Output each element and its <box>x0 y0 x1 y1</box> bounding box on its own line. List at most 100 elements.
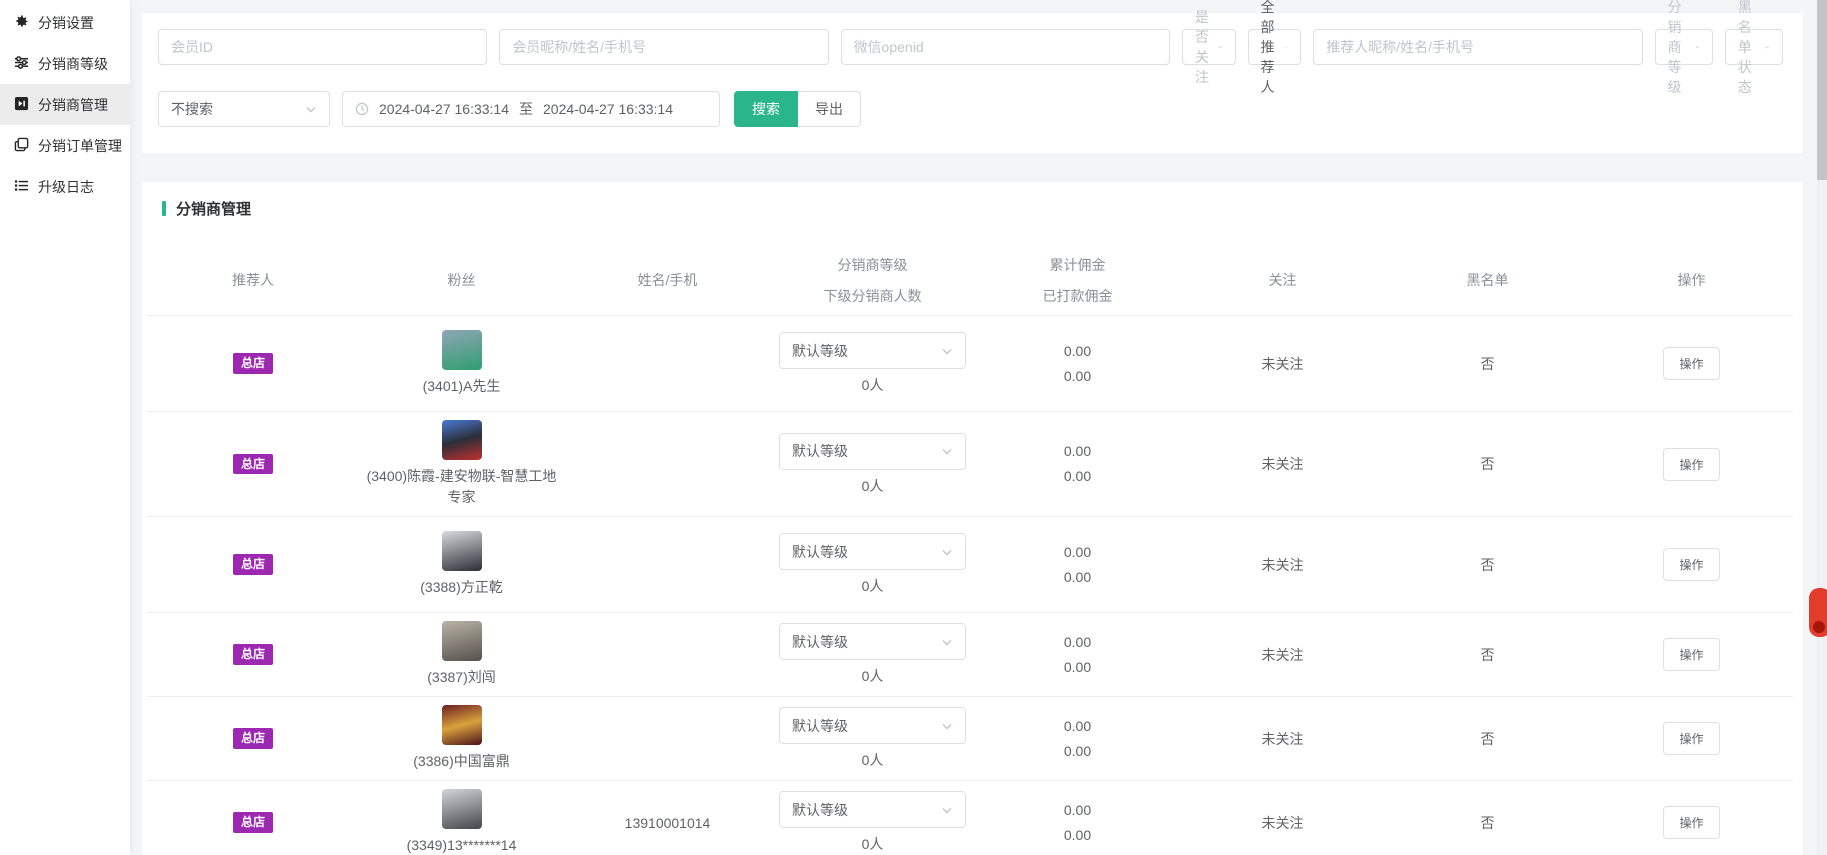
follow-cell: 未关注 <box>1180 697 1385 780</box>
table-row: 总店 (3387)刘闯 默认等级 0人 0.00 0.00 未关注 否 操作 <box>148 612 1793 696</box>
column-header: 操作 <box>1590 245 1793 315</box>
follow-cell: 未关注 <box>1180 517 1385 612</box>
sliders-icon <box>14 55 29 73</box>
sidebar-item-label: 分销商管理 <box>38 95 108 115</box>
action-cell: 操作 <box>1590 412 1793 516</box>
sidebar-item-distributor-levels[interactable]: 分销商等级 <box>0 43 130 84</box>
referrer-cell: 总店 <box>148 412 358 516</box>
table-row: 总店 (3349)13*******14 13910001014 默认等级 0人… <box>148 780 1793 855</box>
referrer-badge: 总店 <box>233 554 273 574</box>
follow-status-select[interactable]: 是否关注 <box>1182 29 1236 65</box>
chevron-down-icon <box>1765 41 1770 53</box>
page-title: 分销商管理 <box>176 198 251 219</box>
floating-widget[interactable] <box>1809 588 1827 637</box>
date-separator: 至 <box>519 99 533 119</box>
commission-paid: 0.00 <box>1064 568 1091 587</box>
date-range-picker[interactable]: 2024-04-27 16:33:14 至 2024-04-27 16:33:1… <box>342 91 720 127</box>
blacklist-cell: 否 <box>1385 613 1590 696</box>
commission-cell: 0.00 0.00 <box>975 697 1180 780</box>
level-select[interactable]: 默认等级 <box>779 332 966 369</box>
sidebar-item-upgrade-log[interactable]: 升级日志 <box>0 166 130 207</box>
sidebar-item-label: 分销订单管理 <box>38 136 122 156</box>
filter-buttons: 搜索 导出 <box>734 91 861 127</box>
fan-cell: (3387)刘闯 <box>358 613 565 696</box>
row-action-button[interactable]: 操作 <box>1663 806 1719 839</box>
blacklist-cell: 否 <box>1385 517 1590 612</box>
referrer-cell: 总店 <box>148 697 358 780</box>
title-accent-bar <box>162 201 166 216</box>
level-select[interactable]: 默认等级 <box>779 533 966 570</box>
commission-cell: 0.00 0.00 <box>975 781 1180 855</box>
blacklist-cell: 否 <box>1385 412 1590 516</box>
fan-cell: (3349)13*******14 <box>358 781 565 855</box>
level-cell: 默认等级 0人 <box>770 316 975 411</box>
referrer-nickname-input[interactable] <box>1313 29 1642 65</box>
sidebar-item-distributor-management[interactable]: 分销商管理 <box>0 84 130 125</box>
level-select[interactable]: 默认等级 <box>779 707 966 744</box>
fan-name: (3387)刘闯 <box>427 667 495 688</box>
chevron-down-icon <box>941 720 953 732</box>
table-row: 总店 (3386)中国富鼎 默认等级 0人 0.00 0.00 未关注 否 操作 <box>148 696 1793 780</box>
name-phone-cell <box>565 613 770 696</box>
fan-cell: (3388)方正乾 <box>358 517 565 612</box>
chevron-down-icon <box>305 103 317 115</box>
wechat-openid-input[interactable] <box>841 29 1170 65</box>
row-action-button[interactable]: 操作 <box>1663 347 1719 380</box>
name-phone-cell <box>565 697 770 780</box>
commission-total: 0.00 <box>1064 543 1091 562</box>
filter-row-1: 是否关注 全部推荐人 分销商等级 黑名单状态 <box>158 29 1783 65</box>
section-title: 分销商管理 <box>148 198 1793 219</box>
filter-row-2: 不搜索 2024-04-27 16:33:14 至 2024-04-27 16:… <box>158 91 1783 127</box>
commission-paid: 0.00 <box>1064 367 1091 386</box>
action-cell: 操作 <box>1590 517 1793 612</box>
name-phone-cell <box>565 412 770 516</box>
row-action-button[interactable]: 操作 <box>1663 722 1719 755</box>
search-button[interactable]: 搜索 <box>734 91 798 127</box>
table-row: 总店 (3401)A先生 默认等级 0人 0.00 0.00 未关注 否 操作 <box>148 315 1793 411</box>
table-row: 总店 (3388)方正乾 默认等级 0人 0.00 0.00 未关注 否 操作 <box>148 516 1793 612</box>
export-button[interactable]: 导出 <box>798 91 861 127</box>
distributor-level-select[interactable]: 分销商等级 <box>1655 29 1713 65</box>
chevron-down-icon <box>1695 41 1700 53</box>
chevron-down-icon <box>1284 41 1288 53</box>
search-mode-select[interactable]: 不搜索 <box>158 91 330 127</box>
sub-distributor-count: 0人 <box>862 666 884 686</box>
follow-cell: 未关注 <box>1180 781 1385 855</box>
table-header: 推荐人粉丝姓名/手机分销商等级下级分销商人数累计佣金已打款佣金关注黑名单操作 <box>148 245 1793 315</box>
fan-name: (3386)中国富鼎 <box>413 751 509 772</box>
commission-paid: 0.00 <box>1064 826 1091 845</box>
sidebar-item-distribution-orders[interactable]: 分销订单管理 <box>0 125 130 166</box>
chevron-down-icon <box>941 636 953 648</box>
referrer-select[interactable]: 全部推荐人 <box>1248 29 1302 65</box>
sidebar-item-label: 分销设置 <box>38 13 94 33</box>
scrollbar-thumb[interactable] <box>1817 0 1827 180</box>
name-phone-cell <box>565 517 770 612</box>
referrer-cell: 总店 <box>148 781 358 855</box>
level-select[interactable]: 默认等级 <box>779 623 966 660</box>
member-nickname-input[interactable] <box>499 29 828 65</box>
fan-avatar <box>442 531 482 571</box>
referrer-badge: 总店 <box>233 812 273 832</box>
level-select[interactable]: 默认等级 <box>779 433 966 470</box>
follow-cell: 未关注 <box>1180 412 1385 516</box>
column-header: 粉丝 <box>358 245 565 315</box>
column-header: 姓名/手机 <box>565 245 770 315</box>
referrer-badge: 总店 <box>233 728 273 748</box>
blacklist-status-select[interactable]: 黑名单状态 <box>1725 29 1783 65</box>
commission-total: 0.00 <box>1064 442 1091 461</box>
column-header: 推荐人 <box>148 245 358 315</box>
row-action-button[interactable]: 操作 <box>1663 638 1719 671</box>
copy-pages-icon <box>14 137 29 155</box>
column-header: 累计佣金已打款佣金 <box>975 245 1180 315</box>
main-content: 是否关注 全部推荐人 分销商等级 黑名单状态 不搜索 <box>130 0 1815 855</box>
share-square-icon <box>14 96 29 114</box>
date-start: 2024-04-27 16:33:14 <box>379 101 509 117</box>
member-id-input[interactable] <box>158 29 487 65</box>
row-action-button[interactable]: 操作 <box>1663 548 1719 581</box>
level-select[interactable]: 默认等级 <box>779 791 966 828</box>
row-action-button[interactable]: 操作 <box>1663 448 1719 481</box>
sidebar-item-distribution-settings[interactable]: 分销设置 <box>0 2 130 43</box>
level-cell: 默认等级 0人 <box>770 697 975 780</box>
commission-total: 0.00 <box>1064 717 1091 736</box>
commission-total: 0.00 <box>1064 801 1091 820</box>
